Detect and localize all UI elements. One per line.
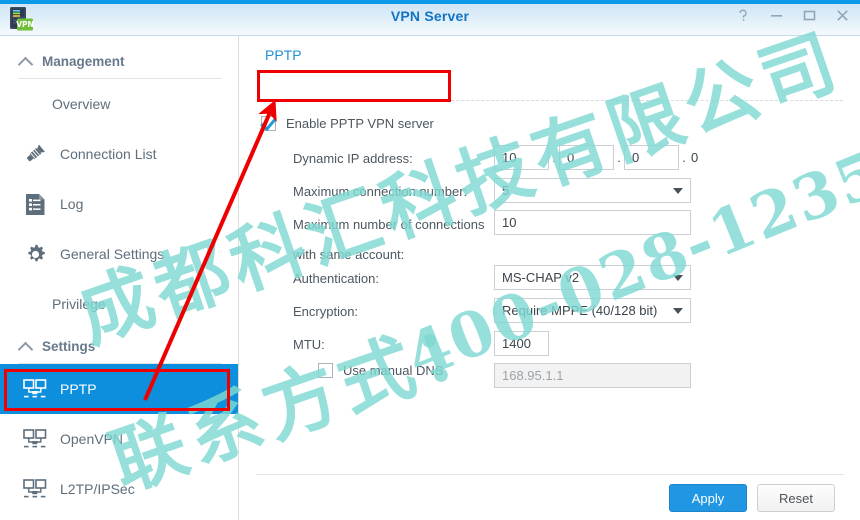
encryption-label: Encryption:: [293, 304, 359, 319]
sidebar-group-label: Settings: [42, 338, 96, 354]
page-title: PPTP: [265, 47, 302, 63]
chevron-up-icon: [18, 53, 34, 69]
max-connections-value: 5: [502, 183, 510, 198]
network-monitors-icon: [22, 476, 48, 502]
manual-dns-checkbox[interactable]: [318, 363, 333, 378]
sidebar-item-label: PPTP: [60, 381, 97, 397]
content-panel: PPTP Enable PPTP VPN server Dynamic IP a…: [240, 36, 860, 520]
maximize-button[interactable]: [801, 6, 817, 24]
title-divider: [257, 100, 843, 101]
max-same-account-label-line2: with same account:: [293, 247, 405, 262]
manual-dns-row[interactable]: Use manual DNS: [318, 363, 443, 378]
network-monitors-icon: [22, 426, 48, 452]
gear-icon: [22, 241, 48, 267]
authentication-select[interactable]: MS-CHAP v2: [494, 265, 691, 290]
sidebar-item-label: L2TP/IPSec: [60, 481, 135, 497]
title-bar: VPN VPN Server: [0, 0, 860, 36]
max-same-account-label-line1: Maximum number of connections: [293, 217, 485, 232]
max-connections-label: Maximum connection number:: [293, 184, 468, 199]
log-document-icon: [22, 191, 48, 217]
max-connections-select[interactable]: 5: [494, 178, 691, 203]
chevron-up-icon: [18, 338, 34, 354]
encryption-value: Require MPPE (40/128 bit): [502, 303, 658, 318]
sidebar-item-general-settings[interactable]: General Settings: [0, 229, 238, 279]
sidebar-item-label: Log: [60, 196, 84, 212]
title-bar-accent-stripe: [0, 0, 860, 4]
footer-divider: [256, 474, 844, 475]
ip-separator: .: [682, 150, 686, 165]
close-button[interactable]: [834, 6, 850, 24]
help-button[interactable]: [735, 6, 751, 24]
encryption-select[interactable]: Require MPPE (40/128 bit): [494, 298, 691, 323]
apply-button[interactable]: Apply: [669, 484, 747, 512]
dynamic-ip-group: 10 . 0 . 0 . 0: [494, 145, 698, 170]
sidebar-item-privilege[interactable]: Privilege: [0, 279, 238, 329]
sidebar-item-connection-list[interactable]: Connection List: [0, 129, 238, 179]
sidebar-item-pptp[interactable]: PPTP: [0, 364, 238, 414]
manual-dns-input[interactable]: 168.95.1.1: [494, 363, 691, 388]
window-title: VPN Server: [390, 8, 470, 24]
mtu-input[interactable]: 1400: [494, 331, 549, 356]
sidebar-group-management[interactable]: Management: [18, 44, 222, 79]
minimize-button[interactable]: [768, 6, 784, 24]
ip-separator: .: [552, 150, 556, 165]
chevron-down-icon: [673, 307, 683, 314]
network-monitors-icon: [22, 376, 48, 402]
sidebar-group-settings[interactable]: Settings: [18, 329, 222, 364]
enable-pptp-checkbox[interactable]: [261, 116, 276, 131]
mtu-label: MTU:: [293, 337, 325, 352]
enable-pptp-row[interactable]: Enable PPTP VPN server: [261, 116, 434, 131]
enable-pptp-label: Enable PPTP VPN server: [286, 116, 434, 131]
sidebar-item-l2tp-ipsec[interactable]: L2TP/IPSec: [0, 464, 238, 514]
sidebar-item-label: Overview: [52, 96, 111, 112]
sidebar-item-label: General Settings: [60, 246, 165, 262]
reset-button[interactable]: Reset: [757, 484, 835, 512]
chevron-down-icon: [673, 187, 683, 194]
sidebar-item-label: OpenVPN: [60, 431, 124, 447]
authentication-value: MS-CHAP v2: [502, 270, 580, 285]
dynamic-ip-octet-1[interactable]: 10: [494, 145, 549, 170]
ip-separator: .: [617, 150, 621, 165]
sidebar: Management Overview Connection List Log …: [0, 36, 239, 520]
sidebar-item-label: Connection List: [60, 146, 157, 162]
sidebar-item-label: Privilege: [52, 296, 106, 312]
vpn-server-window: VPN VPN Server Management Overview Conne…: [0, 0, 860, 520]
sidebar-group-label: Management: [42, 53, 125, 69]
max-same-account-input[interactable]: 10: [494, 210, 691, 235]
sidebar-item-openvpn[interactable]: OpenVPN: [0, 414, 238, 464]
chevron-down-icon: [673, 274, 683, 281]
dynamic-ip-octet-2[interactable]: 0: [559, 145, 614, 170]
dynamic-ip-octet-4: 0: [691, 150, 699, 165]
sidebar-item-log[interactable]: Log: [0, 179, 238, 229]
authentication-label: Authentication:: [293, 271, 380, 286]
dynamic-ip-octet-3[interactable]: 0: [624, 145, 679, 170]
connector-icon: [22, 141, 48, 167]
dynamic-ip-label: Dynamic IP address:: [293, 151, 413, 166]
manual-dns-label: Use manual DNS: [343, 363, 444, 378]
window-controls: [735, 6, 850, 24]
sidebar-item-overview[interactable]: Overview: [0, 79, 238, 129]
